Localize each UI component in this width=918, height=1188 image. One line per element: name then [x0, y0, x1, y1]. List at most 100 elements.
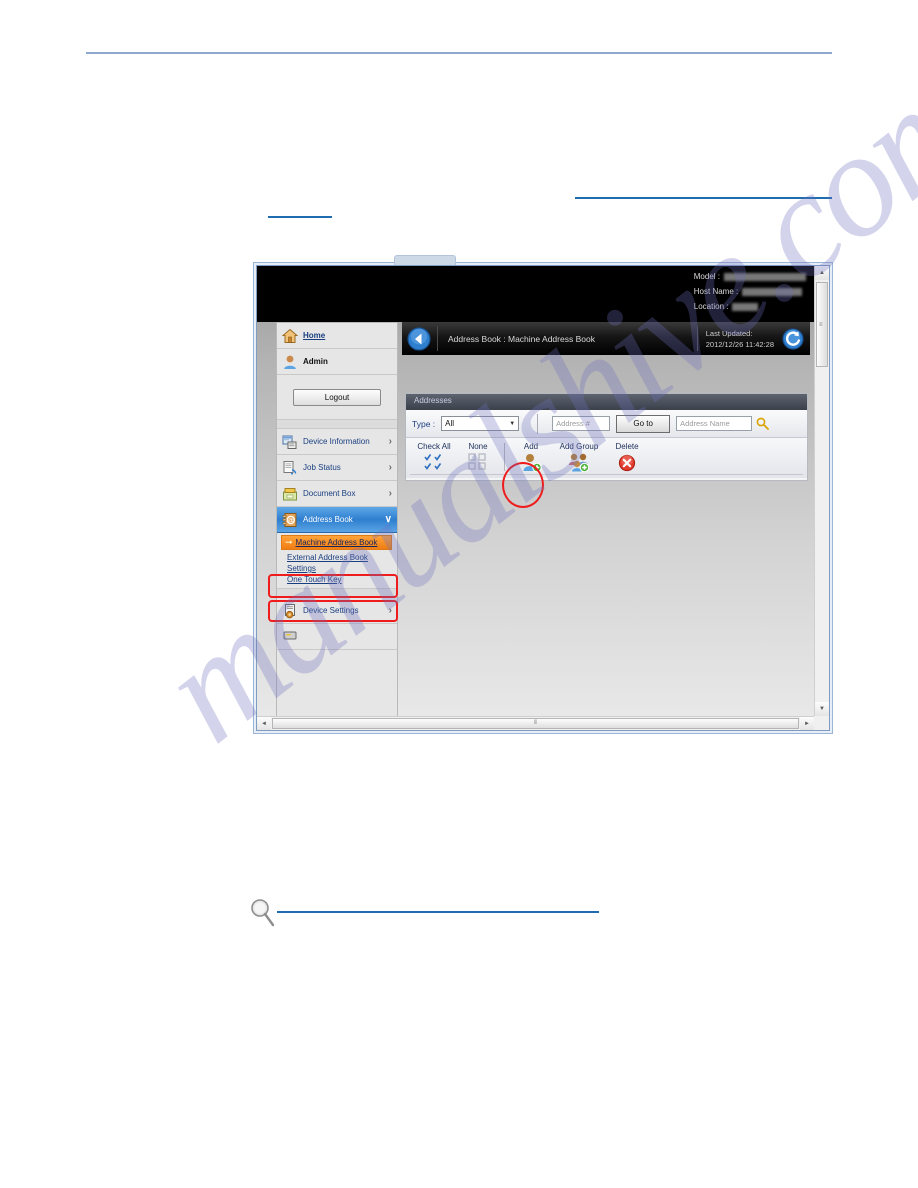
- arrow-right-icon: ➞: [285, 537, 293, 547]
- type-select-value: All: [445, 419, 455, 428]
- type-label: Type :: [412, 418, 436, 429]
- addresses-filter-row: Type : All ▼ Address # Go to Address Nam…: [406, 410, 807, 438]
- last-updated-label: Last Updated:: [705, 328, 753, 338]
- sidebar-item-partial[interactable]: [277, 624, 397, 650]
- sidebar-item-label: Job Status: [303, 463, 341, 472]
- document-box-icon: [282, 486, 298, 502]
- svg-text:@: @: [288, 518, 294, 524]
- scrollbar-corner: [814, 716, 829, 730]
- address-number-input[interactable]: Address #: [552, 416, 611, 431]
- device-meta: Model : Host Name : Location :: [694, 269, 806, 314]
- location-value-redacted: [732, 302, 759, 311]
- check-all-label: Check All: [417, 442, 451, 451]
- check-none-label: None: [468, 442, 488, 451]
- scroll-up-arrow-icon[interactable]: ▲: [815, 266, 829, 280]
- add-group-button[interactable]: Add Group: [553, 441, 605, 473]
- device-header: Model : Host Name : Location :: [257, 266, 814, 322]
- device-hostname-row: Host Name :: [694, 284, 806, 299]
- sidebar-item-document-box[interactable]: Document Box ›: [277, 481, 397, 507]
- chevron-right-icon: ›: [388, 462, 392, 473]
- sidebar-item-device-settings[interactable]: Device Settings ›: [277, 598, 397, 624]
- scroll-right-arrow-icon[interactable]: ►: [800, 717, 814, 730]
- document-text-line: [268, 216, 332, 218]
- sidebar-item-label: Address Book: [303, 515, 353, 524]
- vertical-scrollbar[interactable]: ▲ ≡ ▼: [814, 266, 829, 716]
- add-button[interactable]: Add: [509, 441, 553, 473]
- last-updated: Last Updated: 2012/12/26 11:42:28: [698, 328, 782, 350]
- delete-button[interactable]: Delete: [605, 441, 649, 472]
- sidebar-subitem-settings[interactable]: Settings: [287, 563, 392, 574]
- device-settings-icon: [282, 603, 298, 619]
- check-all-button[interactable]: Check All: [412, 441, 456, 472]
- sidebar-item-device-information[interactable]: Device Information ›: [277, 429, 397, 455]
- type-select[interactable]: All ▼: [441, 416, 520, 431]
- main-content: Address Book : Machine Address Book Last…: [402, 322, 810, 716]
- browser-tab[interactable]: [394, 255, 456, 265]
- sidebar-subitem-machine-address-book[interactable]: ➞ Machine Address Book: [281, 535, 392, 550]
- sidebar-home-label: Home: [303, 331, 326, 340]
- sidebar-subitem-external-address-book[interactable]: External Address Book: [287, 552, 392, 563]
- address-name-input[interactable]: Address Name: [676, 416, 753, 431]
- sidebar-item-job-status[interactable]: Job Status ›: [277, 455, 397, 481]
- sidebar-user-label: Admin: [303, 357, 328, 366]
- sidebar-item-label: Device Settings: [303, 606, 359, 615]
- scroll-down-arrow-icon[interactable]: ▼: [815, 702, 829, 716]
- action-divider: [504, 443, 505, 471]
- add-group-icon: [568, 452, 590, 473]
- model-label: Model :: [693, 272, 720, 281]
- vertical-scrollbar-thumb[interactable]: ≡: [816, 282, 828, 367]
- host-name-value-redacted: [742, 287, 803, 296]
- back-arrow-icon[interactable]: [407, 326, 431, 351]
- breadcrumb: Address Book : Machine Address Book: [448, 333, 595, 344]
- check-none-icon: [467, 452, 489, 472]
- sidebar-subitem-one-touch-key[interactable]: One Touch Key: [287, 574, 392, 585]
- horizontal-scrollbar-thumb[interactable]: ⦀: [272, 718, 799, 729]
- add-group-label: Add Group: [559, 442, 599, 451]
- check-none-button[interactable]: None: [456, 441, 500, 472]
- job-status-icon: [282, 460, 298, 476]
- host-name-label: Host Name :: [693, 287, 739, 296]
- check-all-icon: [423, 452, 445, 472]
- document-text-line: [575, 197, 832, 199]
- device-model-row: Model :: [694, 269, 806, 284]
- chevron-down-icon: ▼: [509, 420, 516, 427]
- home-icon: [281, 328, 299, 344]
- model-value-redacted: [724, 272, 806, 281]
- goto-button[interactable]: Go to: [616, 414, 671, 433]
- logout-button[interactable]: Logout: [293, 388, 381, 406]
- refresh-icon[interactable]: [782, 327, 804, 350]
- browser-viewport-frame: Model : Host Name : Location : Home Admi…: [256, 265, 830, 731]
- sidebar-item-address-book[interactable]: @ Address Book ∨: [277, 507, 397, 533]
- last-updated-value: 2012/12/26 11:42:28: [705, 339, 774, 349]
- delete-icon: [616, 452, 638, 472]
- address-book-icon: @: [282, 512, 298, 528]
- addresses-action-bar: Check All None Add Add Group Delete: [406, 438, 807, 478]
- chevron-down-icon: ∨: [384, 514, 392, 525]
- page-titlebar: Address Book : Machine Address Book Last…: [402, 322, 810, 355]
- sidebar-subitem-label[interactable]: Machine Address Book: [296, 537, 378, 548]
- management-icon: [282, 629, 298, 645]
- sidebar: Home Admin Logout Device Information › J…: [276, 322, 398, 716]
- scroll-left-arrow-icon[interactable]: ◄: [257, 717, 271, 730]
- chevron-right-icon: ›: [388, 436, 392, 447]
- location-label: Location :: [693, 302, 729, 311]
- horizontal-scrollbar[interactable]: ◄ ⦀ ►: [257, 716, 814, 730]
- device-location-row: Location :: [694, 299, 806, 314]
- add-contact-icon: [520, 452, 542, 473]
- chevron-right-icon: ›: [388, 488, 392, 499]
- delete-label: Delete: [615, 442, 639, 451]
- filter-divider: [537, 413, 539, 434]
- sidebar-item-home[interactable]: Home: [277, 323, 397, 349]
- sidebar-item-label: Document Box: [303, 489, 356, 498]
- user-avatar-icon: [282, 354, 298, 370]
- search-icon[interactable]: [756, 417, 770, 430]
- sidebar-divider: [277, 589, 397, 598]
- scrollbar-grip-icon: ≡: [819, 321, 823, 328]
- device-information-icon: [282, 434, 298, 450]
- sidebar-divider: [277, 420, 397, 429]
- sidebar-item-label: Device Information: [303, 437, 370, 446]
- browser-window: Model : Host Name : Location : Home Admi…: [253, 255, 833, 734]
- panel-bottom-rule: [410, 474, 803, 475]
- web-page-viewport: Model : Host Name : Location : Home Admi…: [257, 266, 814, 716]
- logout-row: Logout: [277, 375, 397, 420]
